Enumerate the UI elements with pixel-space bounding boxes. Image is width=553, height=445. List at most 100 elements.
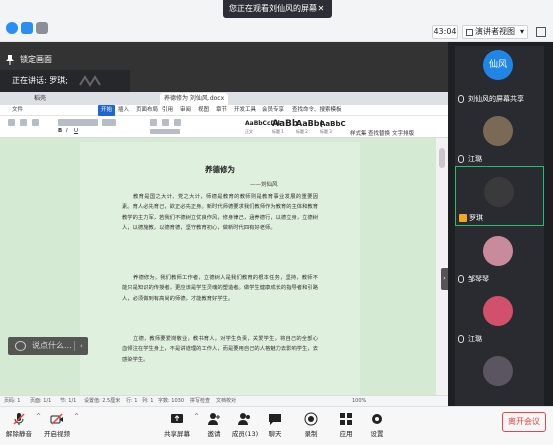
pin-screen-control[interactable]: 锁定画面 — [6, 54, 52, 66]
participant-tile[interactable]: 江璐 — [455, 106, 544, 166]
numbered-list-icon[interactable] — [162, 119, 169, 126]
participant-tile[interactable]: 江璐 — [455, 286, 544, 346]
style-heading-1[interactable]: AaBb 标题 1 — [272, 118, 298, 134]
status-spellcheck[interactable]: 拼写检查 — [190, 396, 210, 406]
vertical-scrollbar[interactable] — [436, 138, 448, 395]
video-thumbnail — [483, 116, 513, 146]
camera-off-icon — [50, 413, 63, 425]
info-icon[interactable] — [6, 22, 18, 34]
expand-panel-arrow-icon[interactable]: › — [441, 268, 448, 290]
raise-hand-icon — [459, 214, 467, 222]
members-button[interactable]: 成员(13) — [228, 411, 262, 443]
search-command[interactable]: 查找命令、搜索模板 — [292, 105, 342, 116]
share-screen-button[interactable]: 共享屏幕 ^ — [160, 411, 199, 443]
doc-paragraph: 教育是国之大计、党之大计，师德是教育的教师则是教育事业发展的重要因素。育人必先育… — [122, 194, 318, 231]
signal-icon[interactable] — [36, 22, 48, 34]
mic-muted-icon — [13, 413, 25, 425]
participant-tile[interactable]: 仙风 刘仙风的屏幕共享 — [455, 46, 544, 106]
chat-input[interactable]: 说点什么... ‹ — [8, 337, 88, 355]
invite-button[interactable]: 邀请 — [197, 411, 231, 443]
document-page[interactable]: 养德修为 ——刘仙风 教育是国之大计、党之大计，师德是教育的教师则是教育事业发展… — [80, 142, 360, 395]
status-setting: 设置值: 2.5厘米 — [84, 398, 121, 404]
participant-tile[interactable]: 邹琴琴 — [455, 226, 544, 286]
viewing-share-banner: 您正在观看刘仙风的屏幕 ✕ — [223, 0, 332, 18]
status-section: 节: 1/1 — [60, 398, 77, 404]
status-proofread[interactable]: 文档校对 — [216, 396, 236, 406]
paste-icon[interactable] — [8, 119, 15, 126]
view-mode-label: 演讲者视图 — [475, 27, 515, 36]
menu-layout[interactable]: 页面布局 — [136, 105, 158, 116]
style-heading-3[interactable]: AaBbC 标题 3 — [320, 118, 346, 134]
mic-icon — [458, 155, 464, 163]
bullet-list-icon[interactable] — [150, 119, 157, 126]
menu-file[interactable]: 文件 — [12, 105, 23, 116]
apps-label: 应用 — [339, 430, 353, 438]
scrollbar-thumb[interactable] — [439, 148, 445, 168]
bold-icon[interactable]: B — [58, 128, 62, 134]
speaker-label: 正在讲话: 罗琪; — [12, 76, 68, 85]
settings-button[interactable]: 设置 — [360, 411, 394, 443]
menu-chapter[interactable]: 章节 — [216, 105, 227, 116]
chat-icon — [269, 414, 281, 425]
doc-paragraph: 养德修为，我们教师工作者，立德树人是我们教育的根本任务，坚持，教师不能只是知识的… — [122, 275, 318, 302]
chat-button[interactable]: 聊天 — [258, 411, 292, 443]
indent-icon[interactable] — [174, 119, 181, 126]
fullscreen-icon[interactable] — [536, 27, 546, 37]
menu-developer[interactable]: 开发工具 — [234, 105, 256, 116]
menu-membership[interactable]: 会员专享 — [262, 105, 284, 116]
pin-label: 锁定画面 — [20, 55, 52, 64]
record-button[interactable]: 录制 — [294, 411, 328, 443]
underline-icon[interactable]: U — [74, 128, 78, 134]
font-size-select[interactable] — [102, 119, 116, 126]
find-replace-button[interactable]: 查找替换 — [368, 129, 390, 137]
zoom-level[interactable]: 100% — [352, 396, 366, 406]
chevron-up-icon[interactable]: ^ — [74, 413, 79, 420]
close-icon[interactable]: ✕ — [316, 0, 326, 18]
meeting-app: 您正在观看刘仙风的屏幕 ✕ 43:04 演讲者视图 ▾ 锁定画面 正在讲话: 罗… — [0, 0, 553, 445]
status-page: 页码: 1 — [4, 398, 21, 404]
participant-label: 江璐 — [458, 154, 482, 164]
mic-icon — [458, 95, 464, 103]
leave-meeting-button[interactable]: 离开会议 — [502, 412, 546, 432]
participant-name: 刘仙风的屏幕共享 — [468, 95, 524, 103]
wps-menu-bar: 文件 开始 插入 页面布局 引用 审阅 视图 章节 开发工具 会员专享 查找命令… — [0, 105, 448, 116]
italic-icon[interactable]: I — [66, 128, 68, 134]
apps-button[interactable]: 应用 — [329, 411, 363, 443]
participant-label: 江璐 — [458, 334, 482, 344]
wps-writer-window: 稻壳 养德修为 刘仙风.docx 文件 开始 插入 页面布局 引用 审阅 视图 … — [0, 92, 448, 406]
copy-icon[interactable] — [32, 119, 39, 126]
style-set-button[interactable]: 样式集 — [350, 129, 367, 137]
bottom-toolbar: 解除静音 ^ 开启视频 ^ 共享屏幕 ^ 邀请 成员(13) 聊天 录制 应用 … — [0, 406, 553, 445]
participant-tile-active[interactable]: 罗琪 — [455, 166, 544, 226]
status-col: 列: 1 — [142, 398, 154, 404]
participant-label: 刘仙风的屏幕共享 — [458, 94, 524, 104]
settings-label: 设置 — [370, 430, 384, 438]
start-video-button[interactable]: 开启视频 ^ — [40, 411, 79, 443]
menu-references[interactable]: 引用 — [162, 105, 173, 116]
status-wordcount: 字数: 1030 — [158, 398, 184, 404]
cut-icon[interactable] — [20, 119, 27, 126]
participant-tile[interactable] — [455, 346, 544, 406]
style-h1-preview: AaBb — [272, 119, 299, 129]
menu-insert[interactable]: 插入 — [118, 105, 129, 116]
record-label: 录制 — [304, 430, 318, 438]
font-name-select[interactable] — [58, 119, 98, 126]
apps-grid-icon — [340, 413, 352, 425]
view-mode-button[interactable]: 演讲者视图 ▾ — [462, 25, 528, 39]
menu-view[interactable]: 视图 — [198, 105, 209, 116]
menu-review[interactable]: 审阅 — [180, 105, 191, 116]
tab-docer[interactable]: 稻壳 — [30, 93, 50, 105]
video-thumbnail — [483, 296, 513, 326]
wps-tab-bar: 稻壳 养德修为 刘仙风.docx — [0, 92, 448, 105]
share-banner-text: 您正在观看刘仙风的屏幕 — [229, 4, 317, 13]
security-shield-icon[interactable] — [21, 22, 33, 34]
participant-name: 江璐 — [468, 155, 482, 163]
text-layout-button[interactable]: 文字排版 — [392, 129, 414, 137]
unmute-button[interactable]: 解除静音 ^ — [2, 411, 41, 443]
chevron-left-icon[interactable]: ‹ — [80, 337, 83, 355]
status-row: 行: 1 — [126, 398, 138, 404]
participant-label: 邹琴琴 — [458, 274, 489, 284]
menu-home[interactable]: 开始 — [98, 105, 116, 116]
tab-document[interactable]: 养德修为 刘仙风.docx — [160, 93, 229, 105]
align-buttons[interactable] — [150, 129, 180, 134]
